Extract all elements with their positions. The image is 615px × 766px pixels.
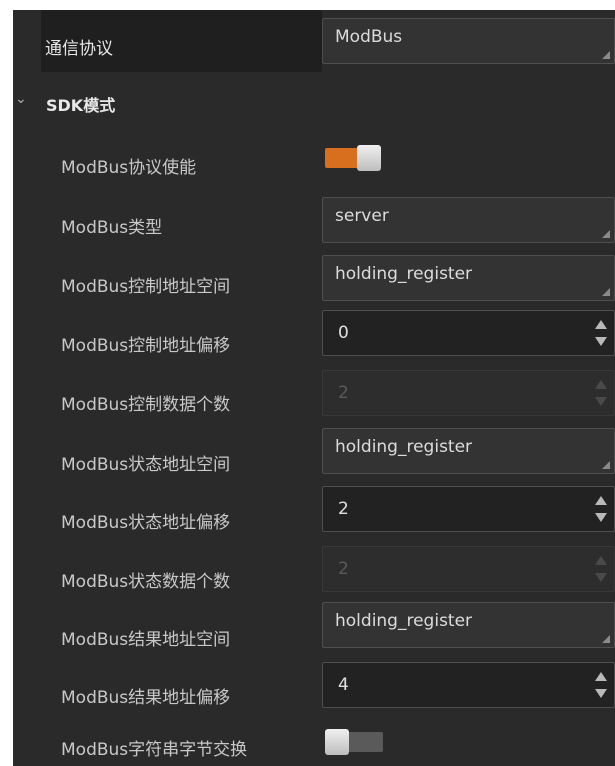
status-address-offset-spinbox[interactable]: 2	[322, 486, 615, 532]
modbus-enable-toggle[interactable]	[325, 145, 381, 171]
spin-down-icon[interactable]	[595, 337, 607, 346]
spin-down-icon[interactable]	[595, 689, 607, 698]
spin-up-icon[interactable]	[595, 672, 607, 681]
protocol-label: 通信协议	[45, 39, 113, 59]
properties-panel: 通信协议 ModBus ⌄ SDK模式 ModBus协议使能 ModBus类型 …	[13, 10, 615, 766]
control-address-space-select[interactable]: holding_register	[322, 255, 615, 301]
sdk-mode-section-header[interactable]: ⌄ SDK模式	[13, 88, 313, 118]
control-data-count-spinbox: 2	[322, 370, 615, 416]
dropdown-grip-icon	[602, 635, 610, 643]
spin-up-icon	[595, 556, 607, 565]
toggle-knob	[357, 145, 381, 171]
status-address-offset-label: ModBus状态地址偏移	[61, 513, 231, 533]
dropdown-grip-icon	[602, 288, 610, 296]
result-address-space-select[interactable]: holding_register	[322, 602, 615, 648]
spin-up-icon[interactable]	[595, 496, 607, 505]
protocol-value: ModBus	[335, 27, 403, 47]
dropdown-grip-icon	[602, 51, 610, 59]
status-address-space-select[interactable]: holding_register	[322, 428, 615, 474]
result-address-offset-spinbox[interactable]: 4	[322, 662, 615, 708]
result-address-offset-label: ModBus结果地址偏移	[61, 688, 231, 708]
spin-down-icon[interactable]	[595, 513, 607, 522]
result-address-space-value: holding_register	[335, 611, 473, 631]
protocol-select[interactable]: ModBus	[322, 18, 615, 64]
dropdown-grip-icon	[602, 461, 610, 469]
modbus-type-label: ModBus类型	[61, 218, 163, 238]
spin-down-icon	[595, 573, 607, 582]
toggle-knob	[325, 729, 349, 755]
control-data-count-label: ModBus控制数据个数	[61, 395, 231, 415]
status-address-offset-value: 2	[338, 499, 349, 519]
string-byte-swap-toggle[interactable]	[325, 729, 383, 755]
control-address-offset-spinbox[interactable]: 0	[322, 310, 615, 356]
status-data-count-value: 2	[338, 559, 349, 579]
modbus-type-select[interactable]: server	[322, 197, 615, 243]
result-address-offset-value: 4	[338, 675, 349, 695]
status-address-space-label: ModBus状态地址空间	[61, 455, 231, 475]
status-address-space-value: holding_register	[335, 437, 473, 457]
status-data-count-label: ModBus状态数据个数	[61, 572, 231, 592]
dropdown-grip-icon	[602, 230, 610, 238]
spin-up-icon[interactable]	[595, 320, 607, 329]
modbus-type-value: server	[335, 206, 389, 226]
control-address-offset-label: ModBus控制地址偏移	[61, 336, 231, 356]
control-address-offset-value: 0	[338, 323, 349, 343]
control-address-space-label: ModBus控制地址空间	[61, 277, 231, 297]
chevron-down-icon: ⌄	[15, 91, 27, 107]
control-address-space-value: holding_register	[335, 264, 473, 284]
section-title: SDK模式	[46, 96, 116, 115]
control-data-count-value: 2	[338, 383, 349, 403]
modbus-enable-label: ModBus协议使能	[61, 158, 197, 178]
result-address-space-label: ModBus结果地址空间	[61, 630, 231, 650]
string-byte-swap-label: ModBus字符串字节交换	[61, 740, 248, 760]
status-data-count-spinbox: 2	[322, 546, 615, 592]
spin-down-icon	[595, 397, 607, 406]
spin-up-icon	[595, 380, 607, 389]
